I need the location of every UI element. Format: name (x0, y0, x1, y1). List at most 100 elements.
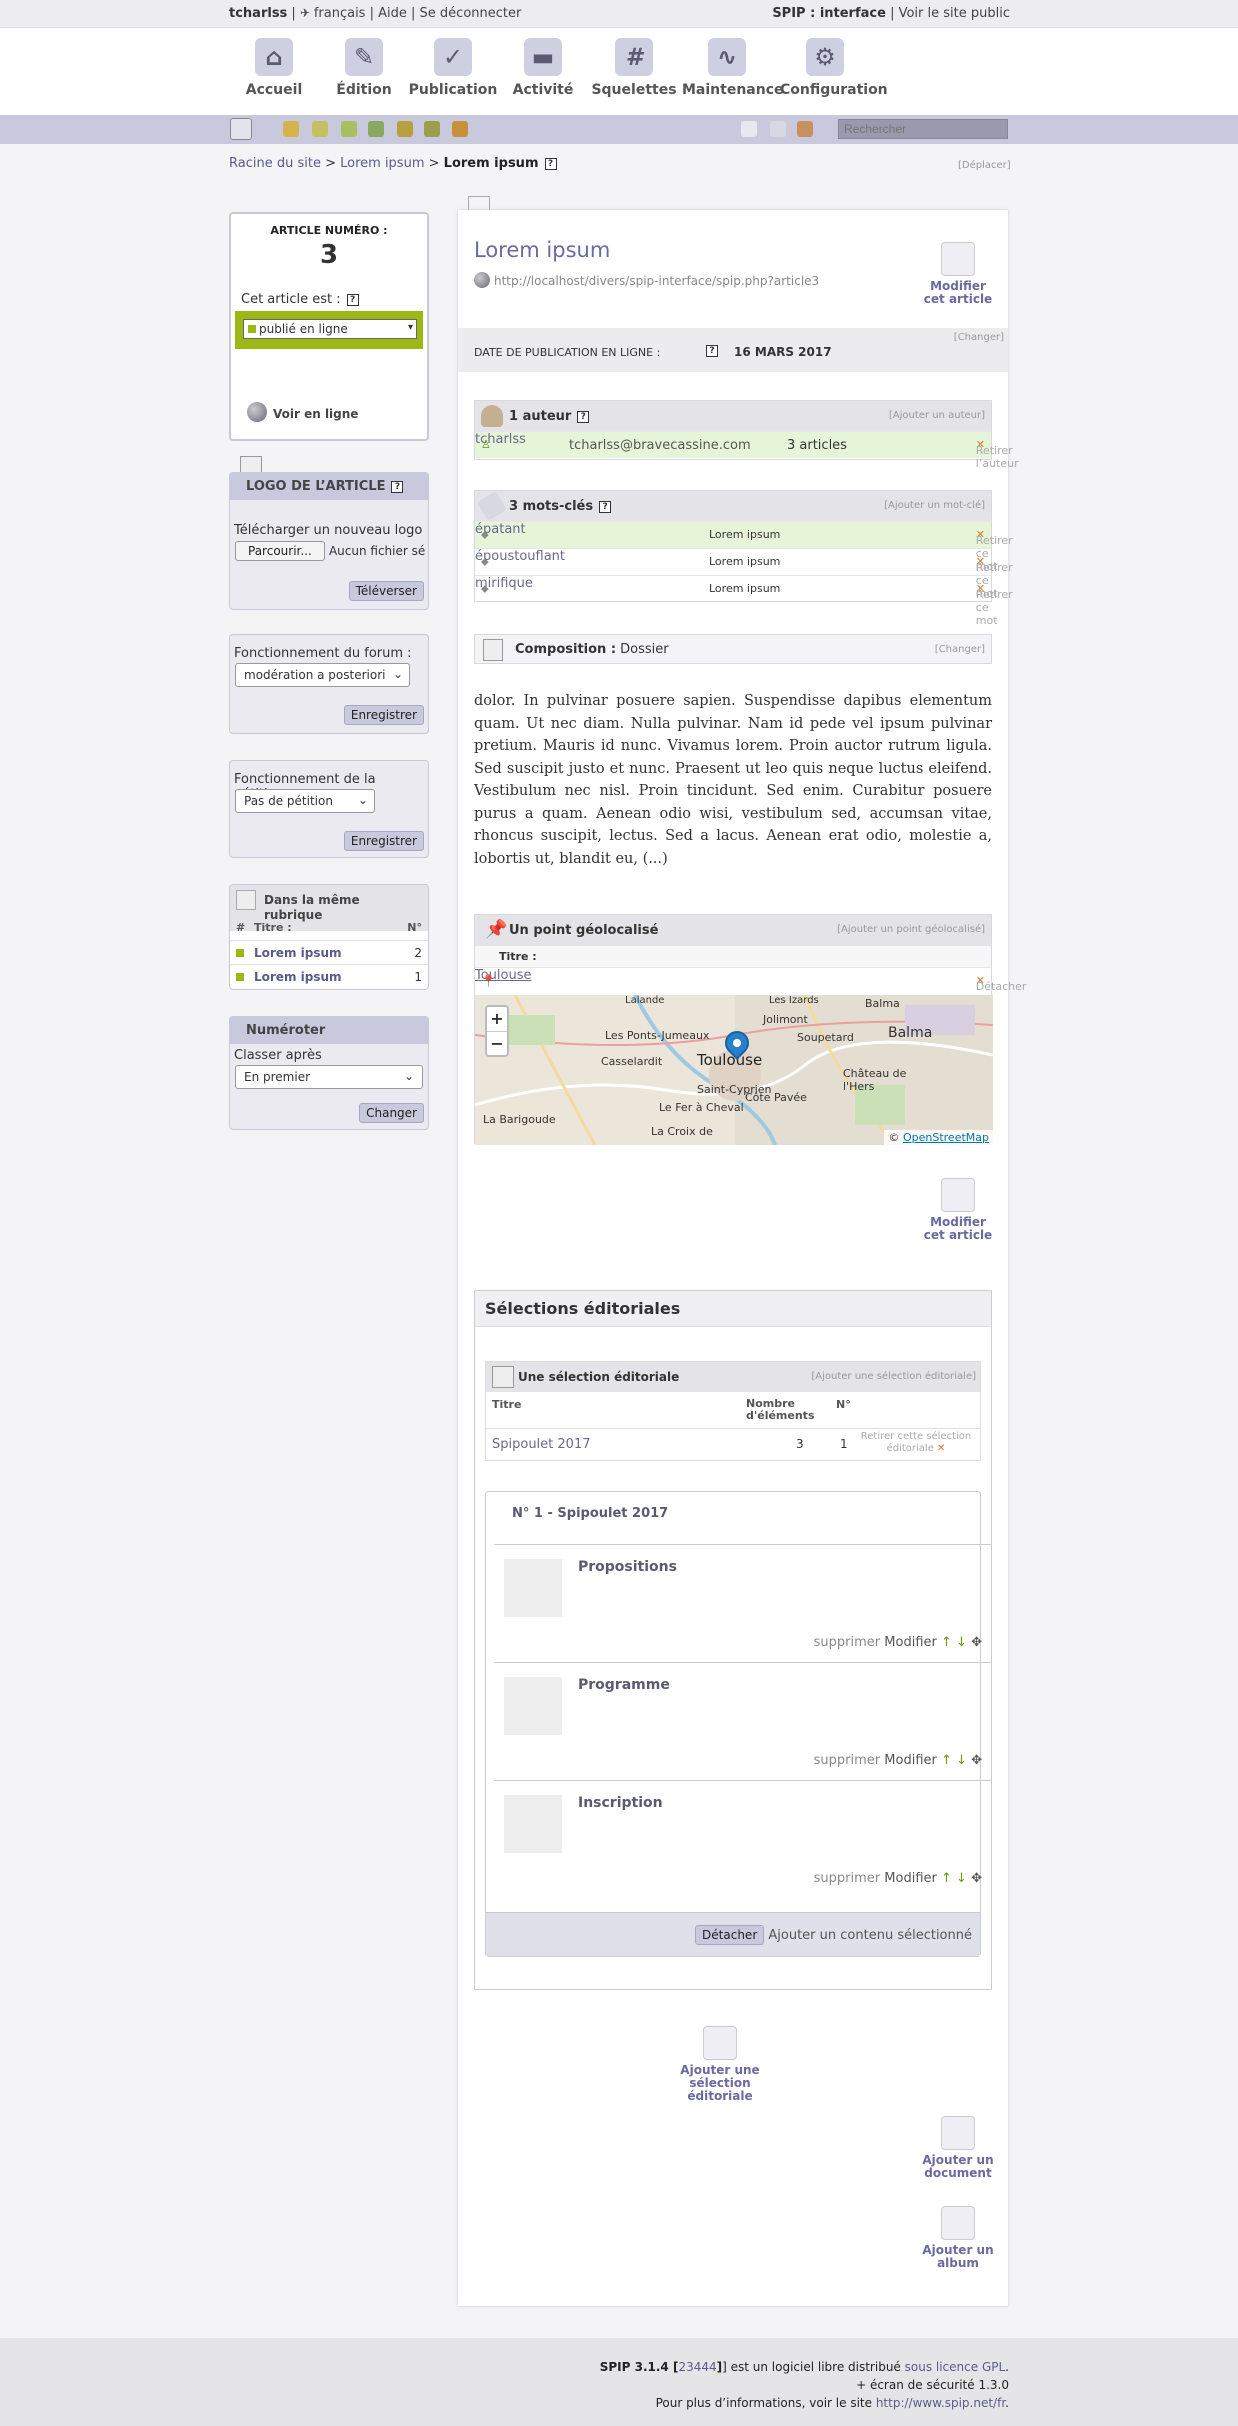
composition-change-link[interactable]: [Changer] (935, 644, 985, 655)
view-online-link[interactable]: Voir en ligne (273, 407, 358, 421)
help-icon[interactable]: ? (577, 410, 590, 423)
help-icon[interactable]: ? (346, 293, 359, 306)
sitemap-icon[interactable] (230, 118, 252, 140)
interface-label[interactable]: SPIP : interface (772, 6, 886, 21)
map[interactable]: Lalande Les Izards Jolimont Balma Balma … (475, 995, 993, 1145)
arrow-up-icon[interactable]: ↑ (941, 1635, 952, 1650)
help-icon[interactable]: ? (544, 157, 557, 170)
new-keyword-icon[interactable] (397, 121, 413, 137)
list-item[interactable]: Lorem ipsum 2 (230, 940, 428, 964)
new-article-icon[interactable] (312, 121, 328, 137)
stats-icon[interactable] (797, 121, 813, 137)
edit-document-icon (941, 1178, 975, 1212)
nav-edition[interactable]: ✎ Édition (319, 38, 409, 98)
move-icon[interactable]: ✥ (971, 1635, 982, 1650)
help-icon[interactable]: ? (391, 480, 404, 493)
add-album-button[interactable]: Ajouter un album (918, 2206, 998, 2270)
add-document-button[interactable]: Ajouter un document (918, 2116, 998, 2180)
remove-keyword-link[interactable]: Retirer ce mot ✕ (976, 582, 1013, 627)
add-content-link[interactable]: Ajouter un contenu sélectionné (768, 1928, 972, 1943)
numeroter-select[interactable]: En premier ⌄ (235, 1065, 423, 1089)
breadcrumb-root[interactable]: Racine du site (229, 156, 321, 171)
selection-item-title[interactable]: Propositions (578, 1559, 677, 1575)
add-selection-link[interactable]: [Ajouter une sélection éditoriale] (811, 1371, 976, 1382)
add-selection-button[interactable]: Ajouter une sélection éditoriale (680, 2026, 760, 2103)
remove-keyword-link[interactable]: Retirer ce mot ✕ (976, 528, 1013, 573)
delete-link[interactable]: supprimer (814, 1753, 880, 1768)
move-link[interactable]: [Déplacer] (958, 160, 1011, 171)
delete-link[interactable]: supprimer (814, 1871, 880, 1886)
arrow-down-icon[interactable]: ↓ (956, 1635, 967, 1650)
nav-maintenance[interactable]: ∿ Maintenance (682, 38, 784, 98)
nav-publication[interactable]: ✓ Publication (408, 38, 498, 98)
arrow-down-icon[interactable]: ↓ (956, 1753, 967, 1768)
forum-select[interactable]: modération a posteriori ⌄ (235, 663, 410, 687)
globe-icon (247, 402, 267, 422)
selection-item-title[interactable]: Inscription (578, 1795, 663, 1811)
modify-link[interactable]: Modifier (884, 1753, 937, 1768)
spip-site-link[interactable]: http://www.spip.net/fr (876, 2396, 1005, 2410)
placeholder-image-icon (504, 1795, 562, 1853)
tag-icon: ⬥ (481, 528, 489, 541)
new-media-icon[interactable] (452, 121, 468, 137)
selection-item-title[interactable]: Programme (578, 1677, 670, 1693)
arrow-up-icon[interactable]: ↑ (941, 1753, 952, 1768)
add-keyword-link[interactable]: [Ajouter un mot-clé] (884, 500, 985, 511)
nav-configuration[interactable]: ⚙ Configuration (780, 38, 888, 98)
modify-link[interactable]: Modifier (884, 1871, 937, 1886)
article-icon (236, 890, 256, 910)
user-name[interactable]: tcharlss (229, 6, 287, 21)
add-author-link[interactable]: [Ajouter un auteur] (889, 410, 985, 421)
chevron-down-icon: ⌄ (403, 1069, 414, 1083)
zoom-in-button[interactable]: + (487, 1007, 507, 1032)
browse-button[interactable]: Parcourir... (235, 541, 325, 561)
messages-icon[interactable] (741, 121, 757, 137)
security-screen: + écran de sécurité 1.3.0 (856, 2378, 1009, 2392)
edit-icon[interactable] (770, 121, 786, 137)
numeroter-change-button[interactable]: Changer (359, 1103, 424, 1123)
list-item[interactable]: Lorem ipsum 1 (230, 964, 428, 988)
osm-link[interactable]: OpenStreetMap (903, 1131, 989, 1144)
delete-link[interactable]: supprimer (814, 1635, 880, 1650)
logout-link[interactable]: Se déconnecter (420, 6, 522, 21)
upload-button[interactable]: Téléverser (348, 581, 424, 601)
public-site-link[interactable]: Voir le site public (899, 6, 1010, 21)
remove-keyword-link[interactable]: Retirer ce mot ✕ (976, 555, 1013, 600)
date-change-link[interactable]: [Changer] (954, 332, 1004, 343)
new-rubric-icon[interactable] (283, 121, 299, 137)
new-author-icon[interactable] (424, 121, 440, 137)
breadcrumb-rubrique[interactable]: Lorem ipsum (340, 156, 424, 171)
search-input[interactable] (838, 119, 1008, 139)
authors-box: 1 auteur? [Ajouter un auteur] ♙ tcharlss … (474, 400, 1019, 470)
add-geo-link[interactable]: [Ajouter un point géolocalisé] (837, 924, 985, 935)
arrow-up-icon[interactable]: ↑ (941, 1871, 952, 1886)
forum-save-button[interactable]: Enregistrer (343, 705, 424, 725)
edit-article-button[interactable]: Modifier cet article (918, 242, 998, 306)
zoom-out-button[interactable]: − (487, 1032, 507, 1056)
move-icon[interactable]: ✥ (971, 1871, 982, 1886)
revision-link[interactable]: 23444 (678, 2360, 716, 2374)
detach-button[interactable]: Détacher (695, 1925, 765, 1945)
nav-squelettes[interactable]: # Squelettes (589, 38, 679, 98)
modify-link[interactable]: Modifier (884, 1635, 937, 1650)
petition-select[interactable]: Pas de pétition ⌄ (235, 789, 375, 813)
nav-accueil[interactable]: ⌂ Accueil (229, 38, 319, 98)
detach-geo-link[interactable]: Détacher ✕ (976, 974, 1027, 993)
edit-article-button-2[interactable]: Modifier cet article (918, 1178, 998, 1242)
nav-activite[interactable]: ▬ Activité (498, 38, 588, 98)
help-icon[interactable]: ? (706, 345, 718, 357)
help-link[interactable]: Aide (378, 6, 407, 21)
selections-title: Sélections éditoriales (475, 1291, 991, 1327)
arrow-down-icon[interactable]: ↓ (956, 1871, 967, 1886)
new-link-icon[interactable] (368, 121, 384, 137)
status-select[interactable]: publié en ligne ▾ (243, 319, 417, 339)
help-icon[interactable]: ? (599, 500, 612, 513)
article-url[interactable]: http://localhost/divers/spip-interface/s… (494, 274, 819, 288)
remove-selection-link[interactable]: Retirer cette sélection éditoriale ✕ (860, 1431, 972, 1455)
move-icon[interactable]: ✥ (971, 1753, 982, 1768)
remove-author-link[interactable]: Retirer l’auteur ✕ (976, 438, 1019, 470)
language-link[interactable]: français (314, 6, 366, 21)
petition-save-button[interactable]: Enregistrer (343, 831, 424, 851)
new-breve-icon[interactable] (341, 121, 357, 137)
license-link[interactable]: sous licence GPL (905, 2360, 1006, 2374)
